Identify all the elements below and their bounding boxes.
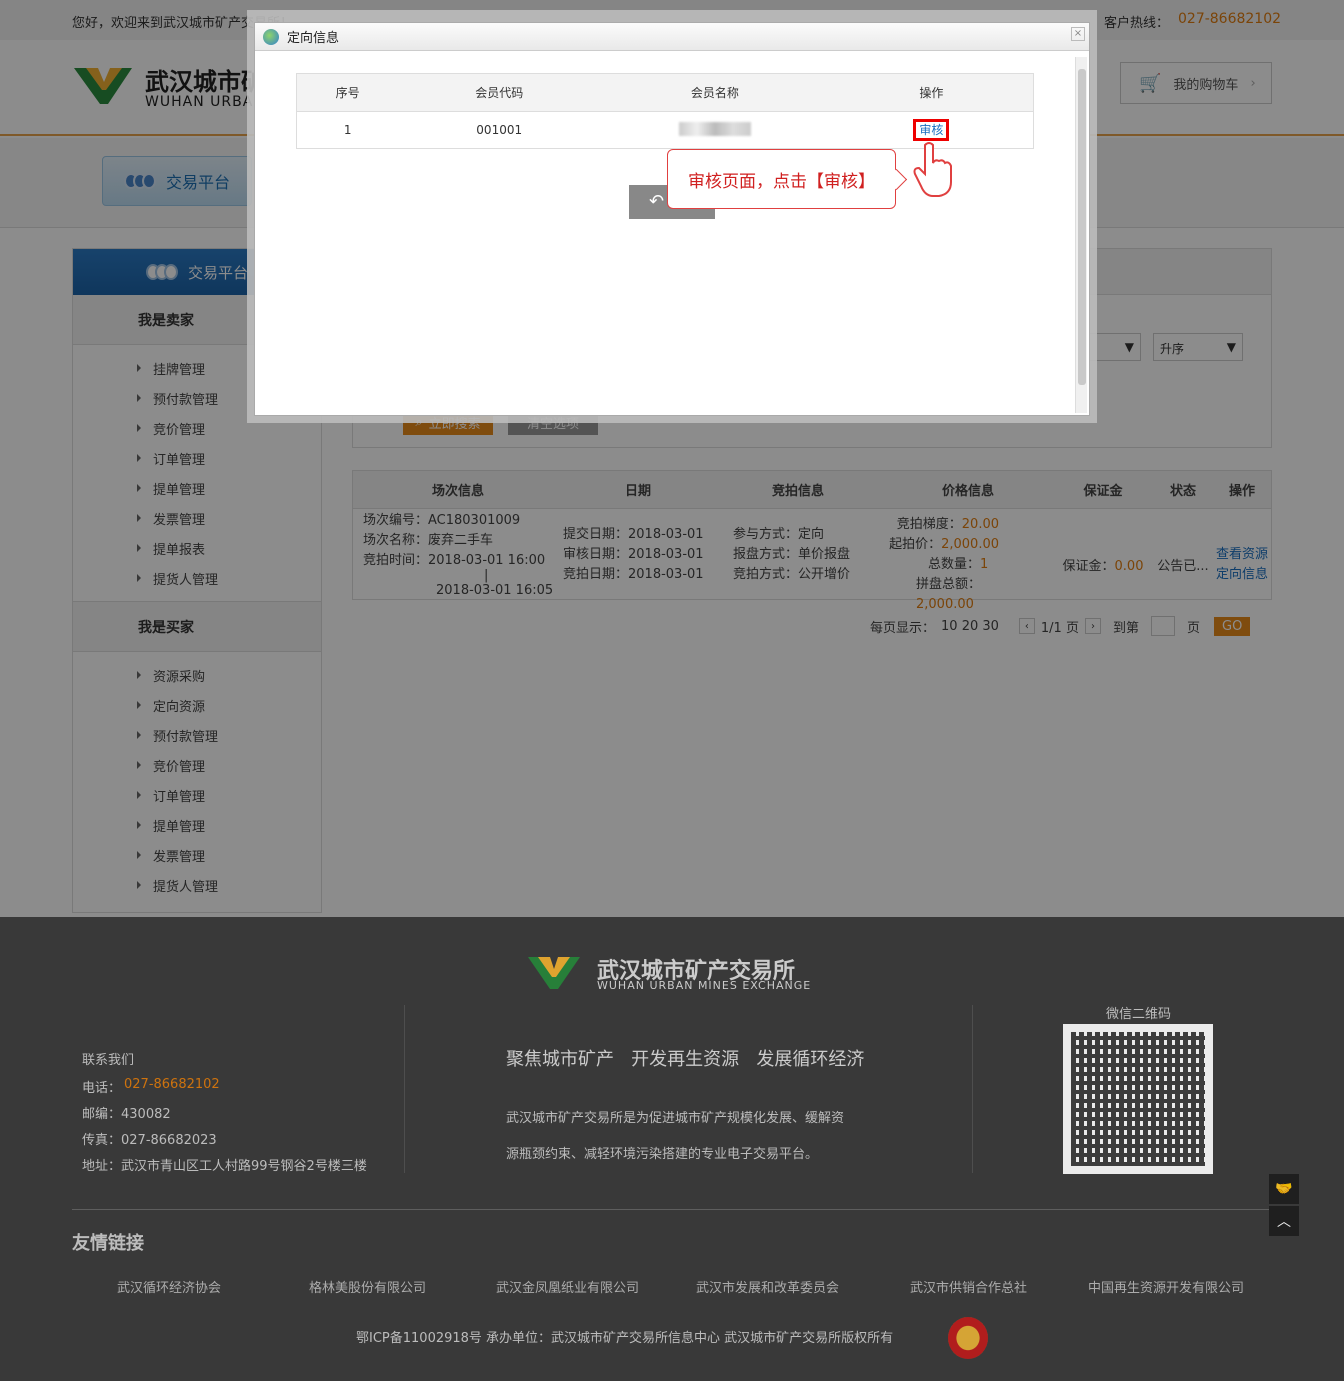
- close-icon[interactable]: ×: [1071, 27, 1085, 41]
- instruction-tooltip: 审核页面，点击【审核】: [667, 149, 896, 209]
- pointing-hand-icon: [913, 141, 959, 197]
- dialog-scrollbar[interactable]: [1075, 57, 1087, 413]
- col-header: 序号: [296, 73, 399, 112]
- col-header: 操作: [829, 73, 1034, 112]
- col-header: 会员代码: [398, 73, 601, 112]
- globe-icon: [263, 28, 279, 45]
- tooltip-text: 审核页面，点击【审核】: [688, 171, 875, 192]
- member-name: [600, 112, 830, 149]
- member-table: 序号 会员代码 会员名称 操作 1 001001 审核: [296, 73, 1034, 149]
- directed-info-dialog: 定向信息 × 序号 会员代码 会员名称 操作 1 001001 审核 ↶ 审核页…: [254, 22, 1090, 416]
- dialog-title: 定向信息: [287, 31, 340, 46]
- audit-link[interactable]: 审核: [913, 119, 950, 141]
- table-header: 序号 会员代码 会员名称 操作: [296, 73, 1034, 112]
- scrollbar-thumb[interactable]: [1078, 69, 1086, 385]
- redacted-name: [678, 121, 751, 136]
- undo-arrow-icon: ↶: [649, 191, 665, 212]
- member-code: 001001: [476, 123, 523, 137]
- col-header: 会员名称: [600, 73, 830, 112]
- modal-overlay: [0, 917, 1344, 1381]
- dialog-title-bar: 定向信息: [255, 23, 1089, 51]
- row-number: 1: [343, 123, 352, 137]
